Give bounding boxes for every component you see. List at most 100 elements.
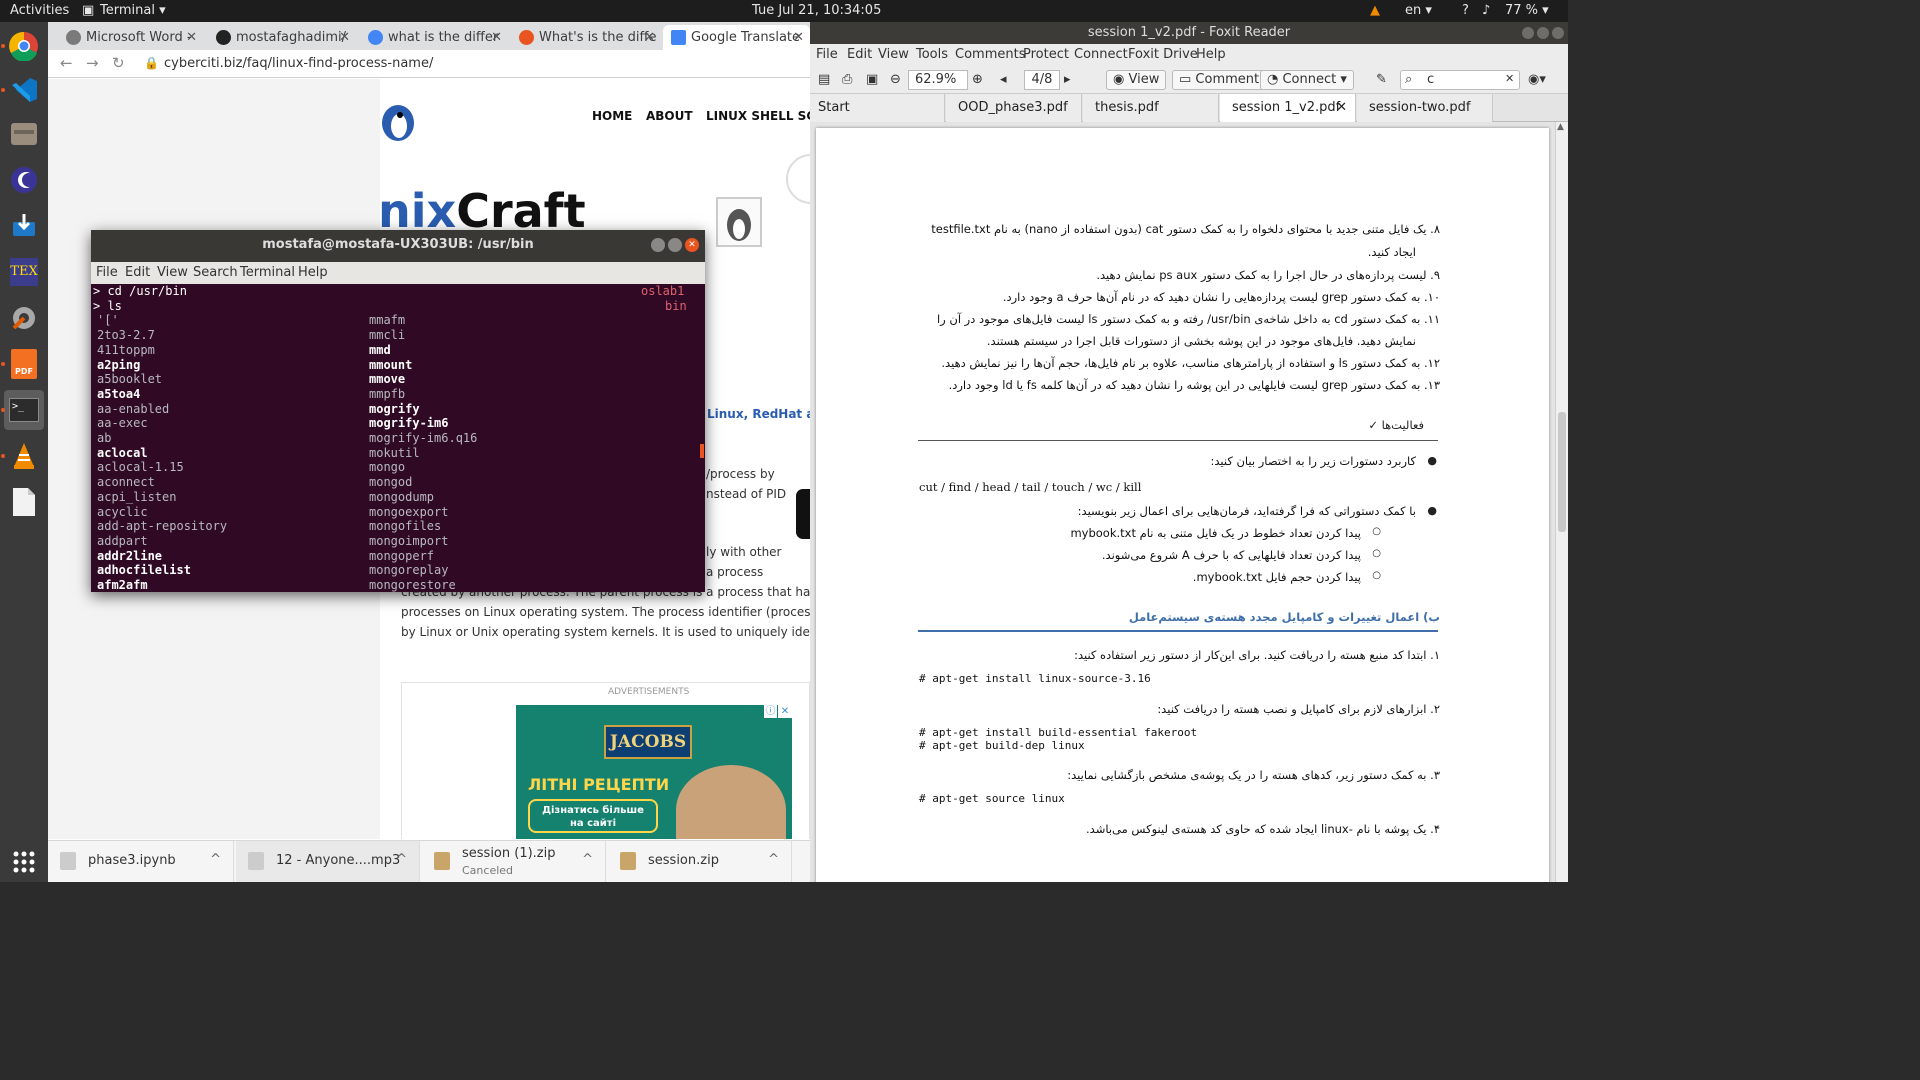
foxit-menu-edit[interactable]: Edit xyxy=(847,47,872,62)
terminal-titlebar[interactable]: mostafa@mostafa-UX303UB: /usr/bin ✕ xyxy=(91,230,705,262)
maximize-icon[interactable] xyxy=(1537,27,1549,39)
comment-button[interactable]: ▭ Comment xyxy=(1172,70,1267,90)
terminal-scrollbar[interactable] xyxy=(700,444,704,458)
close-icon[interactable]: ✕ xyxy=(186,25,197,50)
maximize-icon[interactable] xyxy=(668,238,682,252)
download-item[interactable]: 12 - Anyone....mp3 ^ xyxy=(236,841,420,882)
chrome-tab-0[interactable]: Microsoft Word - ✕ xyxy=(58,25,203,50)
nav-linux-shell[interactable]: LINUX SHELL SCR xyxy=(706,109,810,123)
terminal-menu-view[interactable]: View xyxy=(157,265,188,280)
chrome-icon[interactable] xyxy=(4,26,44,66)
terminal-dock-icon[interactable]: >_ xyxy=(4,390,44,430)
pdf-reader-icon[interactable]: PDF xyxy=(4,344,44,384)
site-title[interactable]: nixCraft xyxy=(378,184,586,232)
minimize-icon[interactable] xyxy=(651,238,665,252)
close-icon[interactable] xyxy=(1552,27,1564,39)
chrome-tab-4[interactable]: Google Translate ✕ xyxy=(663,25,810,50)
pdf-scrollbar[interactable]: ▲ xyxy=(1555,122,1568,882)
foxit-menu-view[interactable]: View xyxy=(878,47,909,62)
back-icon[interactable]: ← xyxy=(60,54,73,72)
chrome-tab-3[interactable]: What's is the diffe ✕ xyxy=(511,25,661,50)
scroll-up-icon[interactable]: ▲ xyxy=(1557,122,1564,132)
sidebar-toggle-icon[interactable]: ▤ xyxy=(818,72,830,87)
connect-button[interactable]: ◔ Connect ▾ xyxy=(1260,70,1354,90)
nav-about[interactable]: ABOUT xyxy=(646,109,693,123)
close-icon[interactable]: ✕ xyxy=(491,25,502,50)
scroll-thumb[interactable] xyxy=(1558,412,1566,532)
close-icon[interactable]: ✕ xyxy=(644,25,655,50)
zoom-in-icon[interactable]: ⊕ xyxy=(972,72,983,87)
chevron-up-icon[interactable]: ^ xyxy=(210,852,221,867)
terminal-menu-terminal[interactable]: Terminal xyxy=(240,265,295,280)
terminal-menu-search[interactable]: Search xyxy=(193,265,238,280)
foxit-tab-ood[interactable]: OOD_phase3.pdf xyxy=(946,94,1082,122)
ad-info-icon[interactable]: ⓘ xyxy=(764,705,777,718)
foxit-tab-thesis[interactable]: thesis.pdf xyxy=(1083,94,1219,122)
volume-icon[interactable]: ♪ xyxy=(1482,0,1490,22)
minimize-icon[interactable] xyxy=(1522,27,1534,39)
foxit-menu-comments[interactable]: Comments xyxy=(955,47,1025,62)
foxit-tab-session1[interactable]: session 1_v2.pdf ✕ xyxy=(1220,94,1356,122)
vlc-icon[interactable] xyxy=(4,436,44,476)
close-icon[interactable]: ✕ xyxy=(793,25,804,50)
print-icon[interactable]: ⎙ xyxy=(842,72,852,87)
clock[interactable]: Tue Jul 21, 10:34:05 xyxy=(752,0,881,22)
edit-pen-icon[interactable]: ✎ xyxy=(1376,72,1387,87)
software-updater-icon[interactable] xyxy=(4,206,44,246)
article-link[interactable]: Linux, RedHat and xyxy=(707,407,810,421)
view-button[interactable]: ◉ View xyxy=(1106,70,1167,90)
close-icon[interactable]: ✕ xyxy=(339,25,350,50)
terminal-menu-help[interactable]: Help xyxy=(298,265,328,280)
ad-cta-button[interactable]: Дізнатись більше на сайті xyxy=(528,799,658,833)
language-indicator[interactable]: en ▾ xyxy=(1405,0,1432,22)
zoom-select[interactable]: 62.9% xyxy=(908,70,968,90)
terminal-menu-edit[interactable]: Edit xyxy=(125,265,150,280)
activities-button[interactable]: Activities xyxy=(10,0,69,22)
close-icon[interactable]: ✕ xyxy=(1336,94,1347,122)
previous-page-icon[interactable]: ◂ xyxy=(1000,72,1007,87)
nav-home[interactable]: HOME xyxy=(592,109,632,123)
foxit-menu-help[interactable]: Help xyxy=(1196,47,1226,62)
chevron-up-icon[interactable]: ^ xyxy=(582,852,593,867)
eclipse-icon[interactable] xyxy=(4,160,44,200)
document-icon[interactable] xyxy=(4,482,44,522)
settings-icon[interactable] xyxy=(4,298,44,338)
chevron-up-icon[interactable]: ^ xyxy=(396,852,407,867)
download-item[interactable]: session (1).zip Canceled ^ xyxy=(422,841,606,882)
help-icon[interactable]: ? xyxy=(1462,0,1469,22)
url-field[interactable]: cyberciti.biz/faq/linux-find-process-nam… xyxy=(164,54,433,74)
forward-icon[interactable]: → xyxy=(86,54,99,72)
show-applications-icon[interactable] xyxy=(4,842,44,882)
files-icon[interactable] xyxy=(4,114,44,154)
clear-search-icon[interactable]: ✕ xyxy=(1505,72,1514,85)
foxit-tab-start[interactable]: Start xyxy=(810,94,945,122)
zoom-out-icon[interactable]: ⊖ xyxy=(890,72,901,87)
texmaker-icon[interactable]: TEX xyxy=(4,252,44,292)
reload-icon[interactable]: ↻ xyxy=(112,54,125,72)
page-number-field[interactable]: 4/8 xyxy=(1024,70,1060,90)
download-item[interactable]: phase3.ipynb ^ xyxy=(48,841,234,882)
close-icon[interactable]: ✕ xyxy=(685,238,699,252)
site-logo-icon[interactable] xyxy=(380,101,416,143)
foxit-menu-foxit-drive[interactable]: Foxit Drive xyxy=(1128,47,1198,62)
foxit-menu-tools[interactable]: Tools xyxy=(916,47,948,62)
search-field[interactable]: ⌕ c ✕ xyxy=(1400,70,1520,90)
foxit-menu-connect[interactable]: Connect xyxy=(1074,47,1128,62)
app-menu[interactable]: Terminal ▾ xyxy=(100,0,166,22)
foxit-menu-protect[interactable]: Protect xyxy=(1023,47,1069,62)
foxit-menu-file[interactable]: File xyxy=(816,47,838,62)
vlc-tray-icon[interactable]: ▲ xyxy=(1370,0,1380,22)
jacobs-ad[interactable]: JACOBS ЛІТНІ РЕЦЕПТИ Дізнатись більше на… xyxy=(516,705,792,839)
vscode-icon[interactable] xyxy=(4,70,44,110)
next-page-icon[interactable]: ▸ xyxy=(1064,72,1071,87)
ad-close-icon[interactable]: ✕ xyxy=(778,705,792,718)
chevron-up-icon[interactable]: ^ xyxy=(768,852,779,867)
chrome-tab-2[interactable]: what is the differ ✕ xyxy=(360,25,508,50)
chrome-tab-1[interactable]: mostafaghadimi/✕ xyxy=(208,25,356,50)
foxit-titlebar[interactable]: session 1_v2.pdf - Foxit Reader xyxy=(810,22,1568,44)
terminal-menu-file[interactable]: File xyxy=(96,265,118,280)
download-item[interactable]: session.zip ^ xyxy=(608,841,792,882)
save-icon[interactable]: ▣ xyxy=(866,72,878,87)
battery-indicator[interactable]: 77 % ▾ xyxy=(1505,0,1549,22)
terminal-output[interactable]: > cd /usr/bin > ls oslab1 bin '[' 2to3-2.… xyxy=(91,284,705,592)
